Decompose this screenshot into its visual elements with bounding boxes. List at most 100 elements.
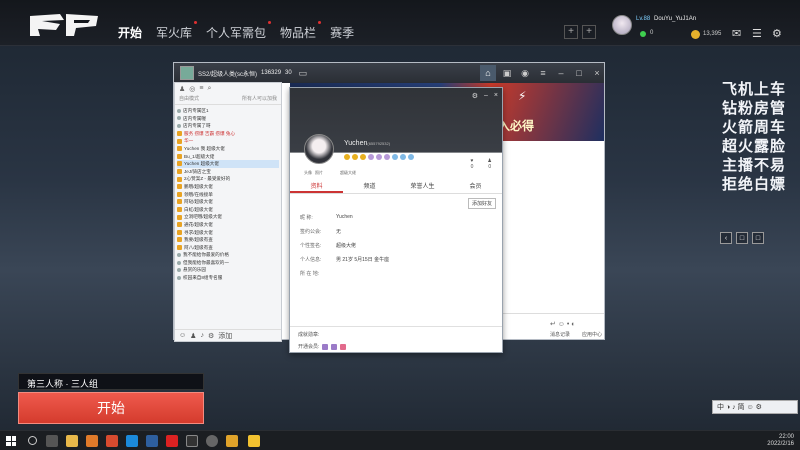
- home-icon[interactable]: ⌂: [480, 65, 496, 81]
- list-item[interactable]: JeJ/骑店之宝: [177, 168, 279, 176]
- gift-icon[interactable]: [340, 343, 347, 350]
- list-item[interactable]: 鹏哦/超级大佬: [177, 183, 279, 191]
- app-icon[interactable]: [226, 435, 238, 447]
- list-item[interactable]: 但我能给你最喜欢的一: [177, 259, 279, 267]
- add-icon[interactable]: +: [582, 25, 596, 39]
- banner-badge: ⚡: [518, 89, 527, 103]
- list-item[interactable]: 店内专属区1: [177, 107, 279, 115]
- windows-start-icon[interactable]: [6, 436, 16, 446]
- list-icon[interactable]: ≡: [199, 85, 203, 93]
- list-item[interactable]: 我要/超级有查: [177, 236, 279, 244]
- tab-member[interactable]: 会员: [449, 180, 502, 193]
- prev-icon[interactable]: ‹: [720, 232, 732, 244]
- gamepad-icon[interactable]: ◉: [518, 68, 532, 79]
- maximize-icon[interactable]: □: [572, 68, 586, 78]
- mic-icon[interactable]: ♪: [200, 332, 204, 339]
- windows-taskbar: 22:00 2022/2/16: [0, 430, 800, 450]
- nav-armory[interactable]: 军火库: [156, 21, 198, 41]
- channel-title: SS2/超级人类(sc永恒): [198, 71, 258, 78]
- gift-icon[interactable]: [331, 343, 338, 350]
- box-icon[interactable]: □: [752, 232, 764, 244]
- list-item[interactable]: 通花/超级大佬: [177, 221, 279, 229]
- avatar[interactable]: [612, 15, 632, 35]
- minimize-icon[interactable]: –: [554, 68, 568, 78]
- channel-id: 136329: [261, 70, 282, 76]
- location-icon[interactable]: ◎: [189, 85, 195, 93]
- list-item[interactable]: 白虹/超级大佬: [177, 206, 279, 214]
- gear-icon[interactable]: ⚙: [772, 27, 782, 40]
- search-icon[interactable]: [28, 436, 37, 445]
- search-icon[interactable]: ⌕: [207, 85, 211, 93]
- overlay-text: 飞机上车 钻粉房管 火箭周车 超火露脸 主播不易 拒绝白嫖: [722, 81, 787, 193]
- emoji-icon[interactable]: ☺: [179, 332, 186, 339]
- app-icon[interactable]: [206, 435, 218, 447]
- start-button[interactable]: 开始: [18, 392, 204, 424]
- steam-icon[interactable]: [146, 435, 158, 447]
- close-icon[interactable]: ×: [590, 68, 604, 78]
- list-item[interactable]: Bu_1/超级大佬: [177, 153, 279, 161]
- settings-icon[interactable]: ⚙: [472, 92, 478, 100]
- gift-icon[interactable]: [322, 343, 329, 350]
- list-item[interactable]: 阿哒/超级大佬: [177, 198, 279, 206]
- add-icon[interactable]: +: [564, 25, 578, 39]
- app-icon[interactable]: [186, 435, 198, 447]
- app-center-button[interactable]: 应用中心: [582, 331, 602, 338]
- screen-icon[interactable]: ▭: [296, 68, 310, 79]
- app-icon[interactable]: [248, 435, 260, 447]
- nav-start[interactable]: 开始: [118, 24, 142, 41]
- system-clock[interactable]: 22:00 2022/2/16: [767, 434, 794, 448]
- menu-icon[interactable]: ≡: [536, 68, 550, 78]
- message-record-button[interactable]: 消息记录: [550, 331, 570, 338]
- folder-icon[interactable]: [66, 435, 78, 447]
- list-icon[interactable]: ☰: [752, 27, 762, 40]
- task-view-icon[interactable]: [46, 435, 58, 447]
- game-mode-selector[interactable]: 第三人称 · 三人组: [18, 373, 204, 390]
- list-item[interactable]: 服务 捞爆 吉霸 捞爆 兔心: [177, 130, 279, 138]
- list-item[interactable]: 校园来自8组专名服: [177, 274, 279, 282]
- chat-title-bar: SS2/超级人类(sc永恒) 136329 30 ▭ ⌂ ▣ ◉ ≡ – □ ×: [174, 63, 604, 83]
- add-friend-button[interactable]: 添加: [218, 331, 232, 341]
- game-logo-icon: [30, 14, 98, 36]
- close-icon[interactable]: ×: [494, 92, 498, 100]
- nav-season[interactable]: 赛季: [330, 24, 354, 41]
- member-count: 30: [285, 70, 292, 76]
- friend-toolbar: ♟ ◎ ≡ ⌕: [175, 83, 281, 95]
- list-item[interactable]: 店内专属了呀: [177, 122, 279, 130]
- app-icon[interactable]: [126, 435, 138, 447]
- list-item[interactable]: 2心赞案Z - 最受爱好的: [177, 175, 279, 183]
- avatar[interactable]: [304, 134, 334, 164]
- list-item[interactable]: 阿八/超级有查: [177, 244, 279, 252]
- mail-icon[interactable]: ✉: [732, 27, 741, 40]
- membership-row: 开通会员:: [298, 343, 494, 350]
- add-friend-button[interactable]: 添加好友: [467, 198, 496, 209]
- box-icon[interactable]: □: [736, 232, 748, 244]
- list-item-selected[interactable]: Yuchen 超级大佬: [177, 160, 279, 168]
- list-item[interactable]: 我不能给你最爱的价格: [177, 251, 279, 259]
- minimize-icon[interactable]: –: [484, 92, 488, 100]
- tab-info[interactable]: 资料: [290, 180, 343, 193]
- list-item[interactable]: 华一: [177, 137, 279, 145]
- settings-icon[interactable]: ⚙: [208, 332, 214, 340]
- list-item[interactable]: 店内专属喔: [177, 115, 279, 123]
- list-item[interactable]: 寻求/超级大佬: [177, 229, 279, 237]
- tab-honor[interactable]: 荣誉人生: [396, 180, 449, 193]
- nav-inventory[interactable]: 物品栏: [280, 21, 322, 41]
- like-stat[interactable]: ♥ 0: [471, 158, 474, 170]
- list-item[interactable]: 立洞吧哦/超级大佬: [177, 213, 279, 221]
- window-icon[interactable]: ▣: [500, 68, 514, 79]
- player-level: Lv.88: [636, 16, 651, 22]
- app-icon[interactable]: [106, 435, 118, 447]
- app-icon[interactable]: [86, 435, 98, 447]
- list-item[interactable]: 悬赏的乐园: [177, 266, 279, 274]
- tab-channel[interactable]: 频道: [343, 180, 396, 193]
- person-icon[interactable]: ♟: [179, 85, 185, 93]
- friend-filter[interactable]: 自由模式 所有人可以加我: [175, 95, 281, 105]
- nav-personal-pack[interactable]: 个人军需包: [206, 21, 272, 41]
- person-icon[interactable]: ♟: [190, 332, 196, 340]
- online-status-icon: [640, 31, 646, 37]
- fans-stat[interactable]: ♟ 0: [488, 158, 492, 170]
- list-item[interactable]: 领哦/在线接单: [177, 191, 279, 199]
- list-item[interactable]: Yuchen 我 超级大佬: [177, 145, 279, 153]
- app-icon[interactable]: [166, 435, 178, 447]
- ime-toolbar[interactable]: 中 ◑ ♪ 简 ☺ ⚙: [712, 400, 798, 414]
